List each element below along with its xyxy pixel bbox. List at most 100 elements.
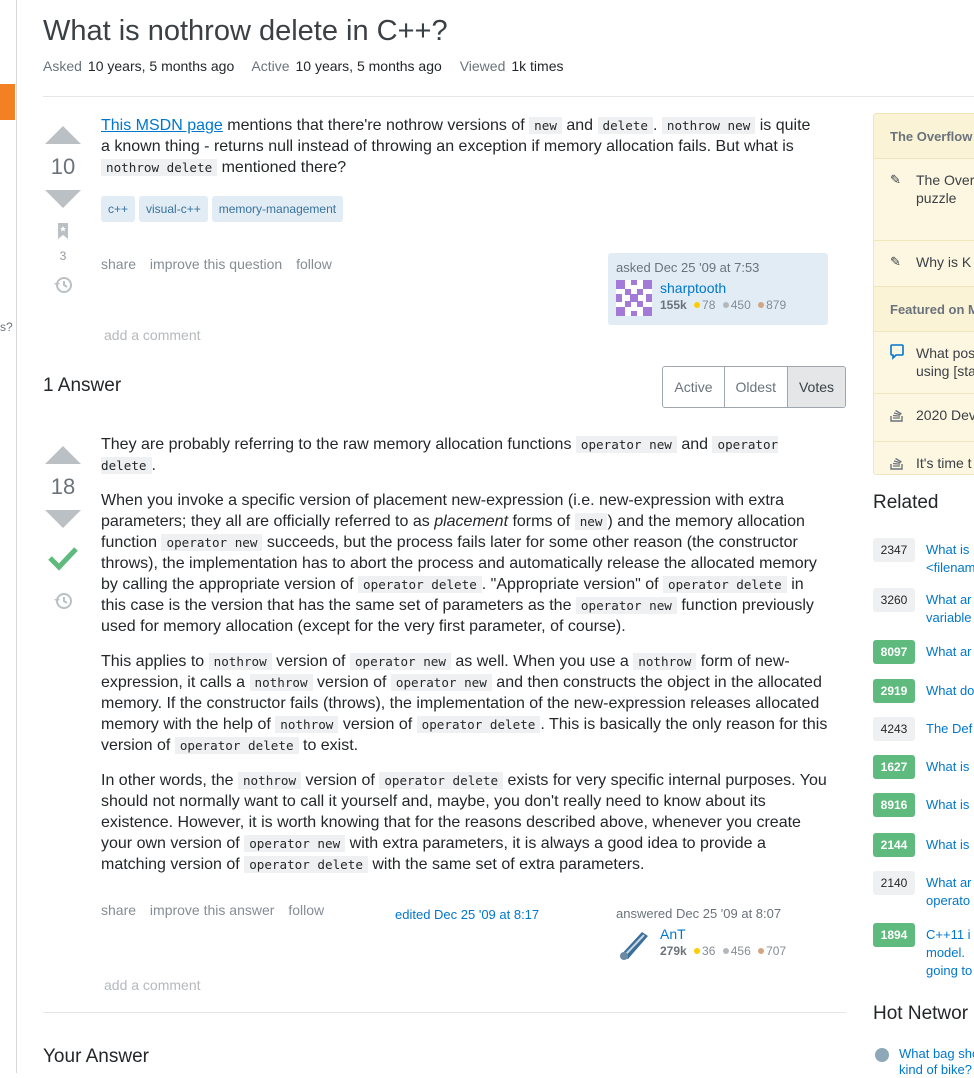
featured-item[interactable]: It's time t	[874, 442, 974, 474]
related-link[interactable]: What is	[926, 755, 969, 776]
body-text: version of	[301, 772, 380, 789]
inline-code: nothrow	[633, 653, 697, 670]
related-score: 8097	[873, 640, 915, 664]
body-text: version of	[271, 653, 350, 670]
blog-item-text[interactable]: The Over puzzle	[916, 171, 974, 228]
meta-viewed-value: 1k times	[511, 58, 564, 74]
emphasis-text: placement	[434, 513, 509, 530]
related-item[interactable]: 2919 What do	[873, 679, 974, 717]
tag-cpp[interactable]: c++	[101, 196, 136, 222]
pencil-icon: ✎	[890, 172, 901, 187]
history-icon[interactable]	[53, 591, 73, 616]
related-score: 1894	[873, 923, 915, 947]
featured-item[interactable]: 2020 Dev	[874, 394, 974, 442]
inline-code: operator new	[161, 534, 263, 551]
asked-timestamp[interactable]: asked Dec 25 '09 at 7:53	[616, 260, 820, 275]
inline-code: nothrow delete	[101, 159, 218, 176]
featured-item-text[interactable]: What pos using [sta	[916, 344, 974, 381]
related-item[interactable]: 2140 What ar operato	[873, 871, 974, 923]
inline-code: operator new	[575, 597, 677, 614]
question-meta: Asked 10 years, 5 months ago Active 10 yea…	[43, 58, 974, 74]
stack-icon	[890, 454, 908, 474]
avatar[interactable]	[616, 926, 652, 962]
related-link[interactable]: What ar operato	[926, 871, 972, 910]
related-item[interactable]: 1894 C++11 i model. going to	[873, 923, 974, 983]
add-comment-link[interactable]: add a comment	[104, 327, 201, 343]
tag-visual-cpp[interactable]: visual-c++	[139, 196, 208, 222]
upvote-arrow-icon[interactable]	[45, 126, 81, 144]
follow-link[interactable]: follow	[288, 902, 324, 918]
related-item[interactable]: 8097 What ar	[873, 640, 974, 679]
tag-memory-management[interactable]: memory-management	[211, 196, 344, 222]
improve-question-link[interactable]: improve this question	[150, 256, 282, 272]
related-link[interactable]: C++11 i model. going to	[926, 923, 972, 980]
related-item[interactable]: 4243 The Def	[873, 717, 974, 755]
inline-code: new	[529, 117, 562, 134]
upvote-arrow-icon[interactable]	[45, 446, 81, 464]
user-name-link[interactable]: sharptooth	[660, 280, 786, 296]
hot-network-link[interactable]: What bag sho kind of bike?	[899, 1046, 974, 1078]
related-item[interactable]: 2347 What is <filenam	[873, 538, 974, 588]
silver-badge-icon	[722, 948, 729, 955]
silver-badge-icon	[722, 302, 729, 309]
left-nav-rail: s?	[0, 0, 17, 1073]
question-title[interactable]: What is nothrow delete in C++?	[43, 12, 974, 50]
related-link[interactable]: The Def	[926, 717, 972, 738]
body-text: and	[561, 117, 598, 134]
related-link[interactable]: What ar variable	[926, 588, 972, 627]
body-text: version of	[338, 716, 417, 733]
related-item[interactable]: 1627 What is	[873, 755, 974, 793]
featured-item-text[interactable]: It's time t	[916, 454, 972, 474]
history-icon[interactable]	[53, 275, 73, 300]
answer-body: They are probably referring to the raw m…	[101, 434, 831, 889]
bookmark-icon[interactable]	[56, 222, 70, 245]
avatar[interactable]	[616, 280, 652, 316]
nav-active-indicator	[0, 84, 15, 120]
related-link[interactable]: What is	[926, 833, 969, 854]
hot-network-item[interactable]: What bag sho kind of bike?	[873, 1046, 974, 1078]
related-link[interactable]: What is	[926, 793, 969, 814]
msdn-page-link[interactable]: This MSDN page	[101, 117, 223, 134]
downvote-arrow-icon[interactable]	[45, 190, 81, 208]
follow-link[interactable]: follow	[296, 256, 332, 272]
edited-timestamp-link[interactable]: edited Dec 25 '09 at 8:17	[395, 907, 539, 922]
tab-active[interactable]: Active	[663, 367, 725, 407]
body-text: .	[653, 117, 662, 134]
answered-timestamp[interactable]: answered Dec 25 '09 at 8:07	[616, 906, 836, 921]
gold-badge-icon	[694, 948, 701, 955]
related-link[interactable]: What ar	[926, 640, 972, 661]
pencil-icon: ✎	[890, 254, 901, 269]
featured-item[interactable]: What pos using [sta	[874, 332, 974, 394]
blog-item[interactable]: ✎ The Over puzzle	[874, 159, 974, 241]
share-link[interactable]: share	[101, 256, 136, 272]
featured-item-text[interactable]: 2020 Dev	[916, 406, 974, 429]
related-item[interactable]: 8916 What is	[873, 793, 974, 833]
add-comment-link[interactable]: add a comment	[104, 977, 201, 993]
related-score: 3260	[873, 588, 915, 612]
gold-badge-icon	[694, 302, 701, 309]
answers-header: 1 Answer Active Oldest Votes	[43, 366, 846, 408]
user-reputation: 279k 36 456 707	[660, 944, 786, 958]
body-text: They are probably referring to the raw m…	[101, 436, 576, 453]
question-owner-card: asked Dec 25 '09 at 7:53 sharptooth 155k	[608, 253, 828, 325]
related-link[interactable]: What is <filenam	[926, 538, 974, 577]
blog-item-text[interactable]: Why is K	[916, 253, 971, 274]
answer-paragraph: This applies to nothrow version of opera…	[101, 651, 831, 756]
downvote-arrow-icon[interactable]	[45, 510, 81, 528]
related-score: 2140	[873, 871, 915, 895]
tab-votes[interactable]: Votes	[787, 367, 845, 407]
blog-item[interactable]: ✎ Why is K	[874, 241, 974, 287]
inline-code: nothrow	[249, 674, 313, 691]
related-item[interactable]: 2144 What is	[873, 833, 974, 871]
share-link[interactable]: share	[101, 902, 136, 918]
question-body: This MSDN page mentions that there're no…	[101, 115, 821, 192]
improve-answer-link[interactable]: improve this answer	[150, 902, 275, 918]
tab-oldest[interactable]: Oldest	[724, 367, 788, 407]
related-link[interactable]: What do	[926, 679, 974, 700]
inline-code: nothrow	[275, 716, 339, 733]
user-name-link[interactable]: AnT	[660, 926, 786, 942]
chat-bubble-icon	[890, 344, 908, 381]
meta-active-value[interactable]: 10 years, 5 months ago	[295, 58, 441, 74]
related-item[interactable]: 3260 What ar variable	[873, 588, 974, 640]
your-answer-heading: Your Answer	[43, 1046, 149, 1067]
